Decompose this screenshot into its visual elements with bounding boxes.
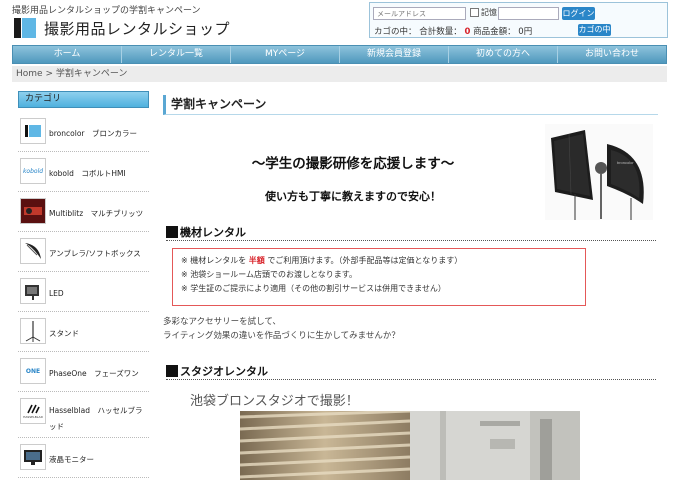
page-title: 学割キャンペーン: [163, 95, 658, 115]
nav-first-time[interactable]: 初めての方へ: [449, 46, 558, 63]
section-title: 機材レンタル: [180, 225, 246, 239]
nav-rental-list[interactable]: レンタル一覧: [122, 46, 231, 63]
sidebar-item-stand[interactable]: スタンド: [18, 312, 149, 352]
logo-text: 撮影用品レンタルショップ: [44, 19, 231, 38]
breadcrumb-separator: >: [45, 69, 53, 79]
stand-icon: [20, 318, 46, 344]
section-title: スタジオレンタル: [180, 364, 268, 378]
remember-label: 記憶: [481, 8, 497, 17]
sidebar-item-umbrella[interactable]: アンブレラ/ソフトボックス: [18, 232, 149, 272]
section-square-icon: [166, 364, 178, 377]
breadcrumb-home[interactable]: Home: [16, 69, 43, 79]
site-logo[interactable]: 撮影用品レンタルショップ: [14, 18, 230, 38]
sidebar-item-broncolor[interactable]: broncolor ブロンカラー: [18, 112, 149, 152]
phaseone-logo-text: ONE: [25, 367, 41, 375]
notice-text: でご利用頂けます。（外部手配品等は定価となります）: [264, 256, 463, 265]
total-qty-value: 0: [464, 27, 471, 37]
nav-home[interactable]: ホーム: [13, 46, 122, 63]
sidebar-item-label: broncolor ブロンカラー: [49, 129, 137, 138]
total-amount-label: 商品金額：: [473, 27, 516, 37]
section-equipment-rental: 機材レンタル: [166, 223, 656, 241]
sidebar-item-label: LED: [49, 289, 64, 298]
sidebar-item-led[interactable]: LED: [18, 272, 149, 312]
hasselblad-logo-text: HASSELBLAD: [23, 415, 43, 419]
body-line-1: 多彩なアクセサリーを試して、: [163, 317, 281, 327]
section-square-icon: [166, 225, 178, 238]
total-amount-value: 0円: [518, 27, 533, 37]
nav-register[interactable]: 新規会員登録: [340, 46, 449, 63]
remember-me[interactable]: 記憶: [470, 7, 497, 18]
sidebar-item-label: PhaseOne フェーズワン: [49, 369, 139, 378]
site-tagline: 撮影用品レンタルショップの学割キャンペーン: [12, 6, 201, 16]
led-light-icon: [20, 278, 46, 304]
password-field[interactable]: [498, 7, 559, 20]
notice-line-2: ※ 池袋ショールーム店頭でのお渡しとなります。: [181, 270, 357, 279]
studio-photo: [240, 411, 580, 480]
breadcrumb: Home > 学割キャンペーン: [12, 66, 667, 82]
softbox-photo: broncolor: [545, 124, 653, 220]
broncolor-logo-icon: [20, 118, 46, 144]
cart-button[interactable]: カゴの中: [578, 24, 611, 36]
category-header: カテゴリ: [18, 91, 149, 108]
logo-mark-icon: [14, 18, 36, 38]
notice-text: ※ 機材レンタルを: [181, 256, 249, 265]
sidebar-item-label: kobold コボルトHMI: [49, 169, 126, 178]
nav-contact[interactable]: お問い合わせ: [558, 46, 666, 63]
breadcrumb-current: 学割キャンペーン: [55, 69, 128, 79]
hasselblad-logo-icon: HASSELBLAD: [20, 398, 46, 424]
sidebar-item-label: Hasselblad ハッセルブラッド: [49, 406, 143, 431]
section-studio-rental: スタジオレンタル: [166, 362, 656, 380]
nav-mypage[interactable]: MYページ: [231, 46, 340, 63]
sidebar-item-hasselblad[interactable]: HASSELBLAD Hasselblad ハッセルブラッド: [18, 392, 149, 438]
body-text: 多彩なアクセサリーを試して、 ライティング効果の違いを作品づくりに生かしてみませ…: [163, 315, 400, 343]
login-button[interactable]: ログイン: [562, 7, 595, 20]
remember-checkbox[interactable]: [470, 8, 479, 17]
email-field[interactable]: [373, 7, 466, 20]
category-list: broncolor ブロンカラー kobold kobold コボルトHMI M…: [18, 112, 149, 478]
login-panel: 記憶 ログイン カゴの中： 合計数量： 0 商品金額： 0円 カゴの中: [369, 2, 668, 38]
body-line-2: ライティング効果の違いを作品づくりに生かしてみませんか？: [163, 331, 400, 341]
sidebar-item-label: Multiblitz マルチブリッツ: [49, 209, 144, 218]
notice-box: ※ 機材レンタルを 半額 でご利用頂けます。（外部手配品等は定価となります） ※…: [172, 248, 586, 306]
total-qty-label: 合計数量：: [419, 27, 462, 37]
campaign-subheading: 使い方も丁寧に教えますので安心！: [265, 190, 441, 203]
softbox-brand-label: broncolor: [617, 160, 634, 165]
sidebar-item-label: 液晶モニター: [49, 455, 94, 464]
notice-line-3: ※ 学生証のご提示により適用（その他の割引サービスは併用できません）: [181, 284, 446, 293]
sidebar-item-kobold[interactable]: kobold kobold コボルトHMI: [18, 152, 149, 192]
campaign-heading: 〜学生の撮影研修を応援します〜: [251, 156, 455, 172]
sidebar-item-label: スタンド: [49, 329, 79, 338]
sidebar-item-label: アンブレラ/ソフトボックス: [49, 249, 141, 258]
main-nav: ホーム レンタル一覧 MYページ 新規会員登録 初めての方へ お問い合わせ: [12, 45, 667, 64]
monitor-icon: [20, 444, 46, 470]
studio-caption: 池袋ブロンスタジオで撮影！: [190, 394, 359, 409]
cart-label: カゴの中：: [374, 27, 417, 37]
discount-highlight: 半額: [248, 256, 265, 265]
umbrella-icon: [20, 238, 46, 264]
notice-line-1: ※ 機材レンタルを 半額 でご利用頂けます。（外部手配品等は定価となります）: [181, 254, 585, 268]
kobold-logo-text: kobold: [22, 167, 44, 175]
sidebar-item-phaseone[interactable]: ONE PhaseOne フェーズワン: [18, 352, 149, 392]
multiblitz-logo-icon: [20, 198, 46, 224]
sidebar-item-multiblitz[interactable]: Multiblitz マルチブリッツ: [18, 192, 149, 232]
phaseone-logo-icon: ONE: [20, 358, 46, 384]
sidebar-item-monitor[interactable]: 液晶モニター: [18, 438, 149, 478]
cart-summary: カゴの中： 合計数量： 0 商品金額： 0円: [374, 25, 532, 37]
kobold-logo-icon: kobold: [20, 158, 46, 184]
